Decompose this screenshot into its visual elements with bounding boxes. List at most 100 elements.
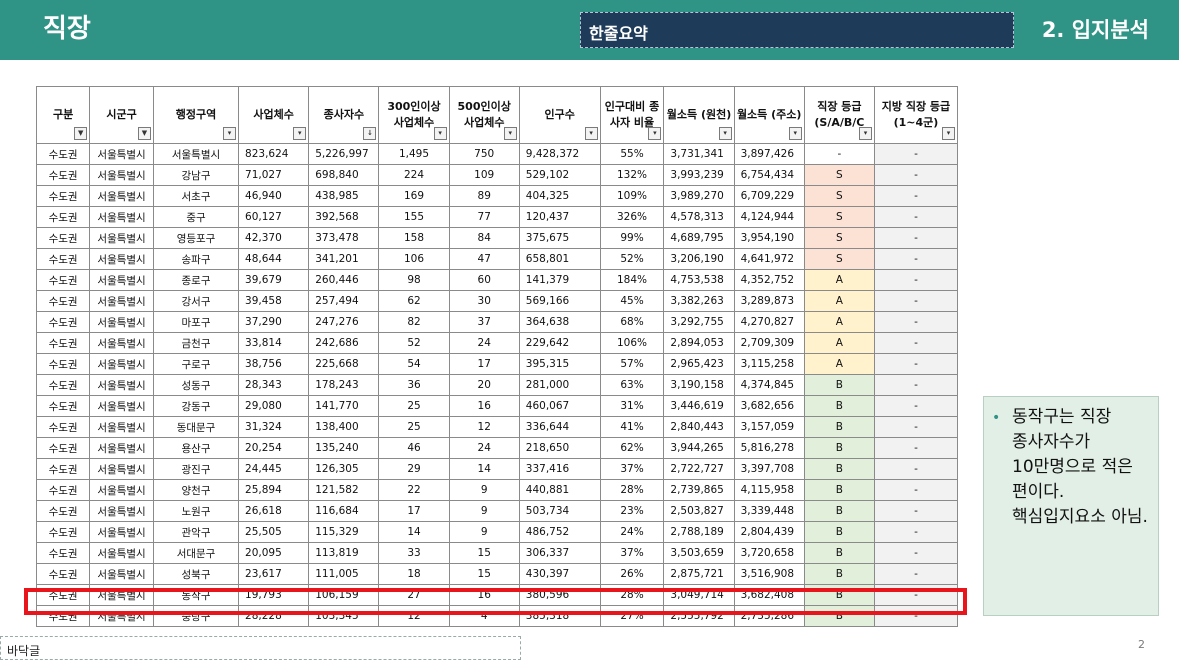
table-cell: 3,897,426 (733, 143, 805, 165)
table-cell: 14 (448, 458, 520, 480)
table-cell: 25,505 (238, 521, 310, 543)
table-cell: 3,446,619 (663, 395, 735, 417)
table-cell: 구로구 (152, 353, 240, 375)
filter-dropdown-icon[interactable]: ▾ (648, 127, 662, 140)
chapter-title: 2. 입지분석 (1041, 18, 1149, 42)
table-cell: 17 (448, 353, 520, 375)
table-cell: 강남구 (152, 164, 240, 186)
table-cell: 동대문구 (152, 416, 240, 438)
table-cell: 658,801 (518, 248, 601, 270)
table-cell: 29 (378, 458, 450, 480)
table-cell: 184% (599, 269, 665, 291)
filter-dropdown-icon[interactable]: ▾ (942, 127, 955, 140)
table-cell: 77 (448, 206, 520, 228)
table-cell: 109% (599, 185, 665, 207)
table-cell: 2,894,053 (663, 332, 735, 354)
table-cell: 37,290 (238, 311, 310, 333)
table-cell: 4,374,845 (733, 374, 805, 396)
table-cell: 2,965,423 (663, 353, 735, 375)
table-cell: 6,709,229 (733, 185, 805, 207)
table-cell: 서울특별시 (89, 374, 154, 396)
table-cell: 수도권 (35, 458, 91, 480)
table-cell: 3,989,270 (663, 185, 735, 207)
summary-textbox[interactable]: 한줄요약 (580, 12, 1014, 48)
footer-label: 바닥글 (7, 644, 41, 658)
table-cell: 5,816,278 (733, 437, 805, 459)
table-cell: 성북구 (152, 563, 240, 585)
filter-dropdown-icon[interactable]: ▾ (433, 127, 447, 140)
table-cell: 수도권 (35, 248, 91, 270)
table-cell: 341,201 (308, 248, 380, 270)
table-cell: 3,731,341 (663, 143, 735, 165)
highlight-box-row (24, 588, 967, 615)
table-cell: B (803, 500, 875, 522)
table-cell: B (803, 563, 875, 585)
filter-dropdown-icon[interactable]: ▾ (584, 127, 598, 140)
table-cell: 47 (448, 248, 520, 270)
table-cell: 5,226,997 (308, 143, 380, 165)
filter-funnel-icon[interactable]: ▼ (74, 127, 88, 140)
table-cell: 52 (378, 332, 450, 354)
table-cell: 4,753,538 (663, 269, 735, 291)
table-cell: 3,115,258 (733, 353, 805, 375)
table-cell: - (873, 458, 959, 480)
table-cell: 수도권 (35, 206, 91, 228)
table-cell: 4,578,313 (663, 206, 735, 228)
column-header: 종사자수 ↓ (308, 86, 380, 144)
table-cell: 4,270,827 (733, 311, 805, 333)
table-row: 수도권 서울특별시 노원구 26,618 116,684 17 9 503,734 23% 2,5… (35, 500, 959, 522)
table-cell: 26% (599, 563, 665, 585)
footer-textbox[interactable]: 바닥글 (0, 636, 521, 660)
table-cell: 종로구 (152, 269, 240, 291)
table-cell: 3,157,059 (733, 416, 805, 438)
table-row: 수도권 서울특별시 동대문구 31,324 138,400 25 12 336,644 41% 2… (35, 416, 959, 438)
table-cell: - (873, 374, 959, 396)
table-cell: 서울특별시 (89, 248, 154, 270)
filter-dropdown-icon[interactable]: ▾ (223, 127, 237, 140)
table-cell: - (873, 248, 959, 270)
table-cell: 158 (378, 227, 450, 249)
filter-dropdown-icon[interactable]: ▾ (718, 127, 732, 140)
workplace-table: 구분 ▼ 시군구 ▼ 행정구역 ▾ 사업체수 ▾ 종사자수 ↓ 300인이상 사업체수 ▾ 500인이상… (35, 86, 959, 627)
table-cell: 373,478 (308, 227, 380, 249)
table-cell: 강동구 (152, 395, 240, 417)
table-cell: - (873, 563, 959, 585)
table-cell: 9 (448, 500, 520, 522)
table-cell: 54 (378, 353, 450, 375)
table-cell: 395,315 (518, 353, 601, 375)
table-row: 수도권 서울특별시 서울특별시 823,624 5,226,997 1,495 750 9,4… (35, 143, 959, 165)
filter-dropdown-icon[interactable]: ▾ (503, 127, 517, 140)
table-cell: 수도권 (35, 521, 91, 543)
table-cell: 155 (378, 206, 450, 228)
table-cell: 2,804,439 (733, 521, 805, 543)
column-header-label: 직장 등급 (S/A/B/C (814, 100, 865, 129)
filter-dropdown-icon[interactable]: ▾ (293, 127, 307, 140)
table-cell: 3,190,158 (663, 374, 735, 396)
table-cell: 375,675 (518, 227, 601, 249)
table-row: 수도권 서울특별시 강동구 29,080 141,770 25 16 460,067 31% 3,… (35, 395, 959, 417)
table-cell: 수도권 (35, 164, 91, 186)
table-cell: 4,115,958 (733, 479, 805, 501)
sort-desc-icon[interactable]: ↓ (363, 127, 377, 140)
table-cell: 247,276 (308, 311, 380, 333)
filter-dropdown-icon[interactable]: ▾ (858, 127, 872, 140)
table-cell: 24 (448, 332, 520, 354)
table-cell: 서울특별시 (89, 269, 154, 291)
column-header-label: 인구대비 종사자 비율 (604, 100, 660, 129)
table-cell: 62 (378, 290, 450, 312)
table-cell: 수도권 (35, 290, 91, 312)
table-cell: 수도권 (35, 437, 91, 459)
table-cell: 33,814 (238, 332, 310, 354)
table-cell: 23% (599, 500, 665, 522)
table-cell: 성동구 (152, 374, 240, 396)
table-cell: 41% (599, 416, 665, 438)
table-cell: - (873, 227, 959, 249)
table-cell: 2,840,443 (663, 416, 735, 438)
filter-dropdown-icon[interactable]: ▾ (788, 127, 802, 140)
table-cell: 서울특별시 (89, 416, 154, 438)
table-cell: 438,985 (308, 185, 380, 207)
filter-funnel-icon[interactable]: ▼ (137, 127, 151, 140)
table-cell: 106% (599, 332, 665, 354)
table-cell: 서초구 (152, 185, 240, 207)
column-header-label: 월소득 (원천) (666, 108, 732, 121)
